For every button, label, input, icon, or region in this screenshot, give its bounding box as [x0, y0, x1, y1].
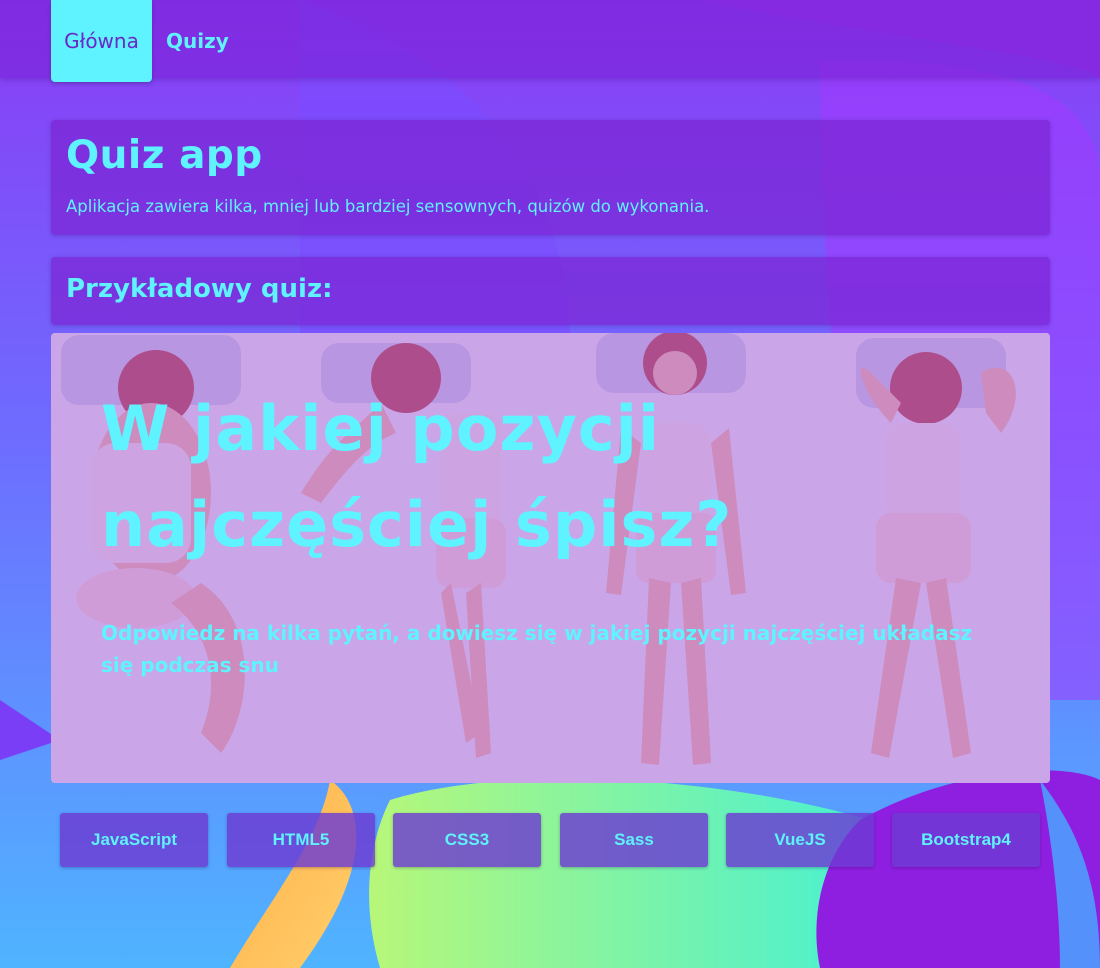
tag-bootstrap4[interactable]: Bootstrap4 [892, 813, 1040, 867]
tag-css3[interactable]: CSS3 [393, 813, 541, 867]
nav-item-label: Quizy [166, 29, 229, 53]
page-description: Aplikacja zawiera kilka, mniej lub bardz… [66, 197, 710, 216]
intro-card: Quiz app Aplikacja zawiera kilka, mniej … [51, 120, 1050, 235]
tag-html5[interactable]: HTML5 [227, 813, 375, 867]
nav-item-label: Główna [64, 29, 139, 53]
nav-item-home[interactable]: Główna [51, 0, 152, 82]
featured-quiz-card[interactable]: W jakiej pozycji najczęściej śpisz? Odpo… [51, 333, 1050, 783]
nav-item-quizzes[interactable]: Quizy [166, 0, 229, 82]
top-navbar: Główna Quizy [0, 0, 1100, 82]
featured-heading-card: Przykładowy quiz: [51, 257, 1050, 325]
page-title: Quiz app [66, 133, 263, 178]
tech-tags: JavaScript HTML5 CSS3 Sass VueJS Bootstr… [60, 813, 1042, 867]
quiz-description: Odpowiedz na kilka pytań, a dowiesz się … [101, 621, 973, 677]
quiz-title: W jakiej pozycji najczęściej śpisz? [101, 392, 733, 561]
featured-heading: Przykładowy quiz: [66, 274, 333, 304]
tag-javascript[interactable]: JavaScript [60, 813, 208, 867]
tag-sass[interactable]: Sass [560, 813, 708, 867]
tag-vuejs[interactable]: VueJS [726, 813, 874, 867]
